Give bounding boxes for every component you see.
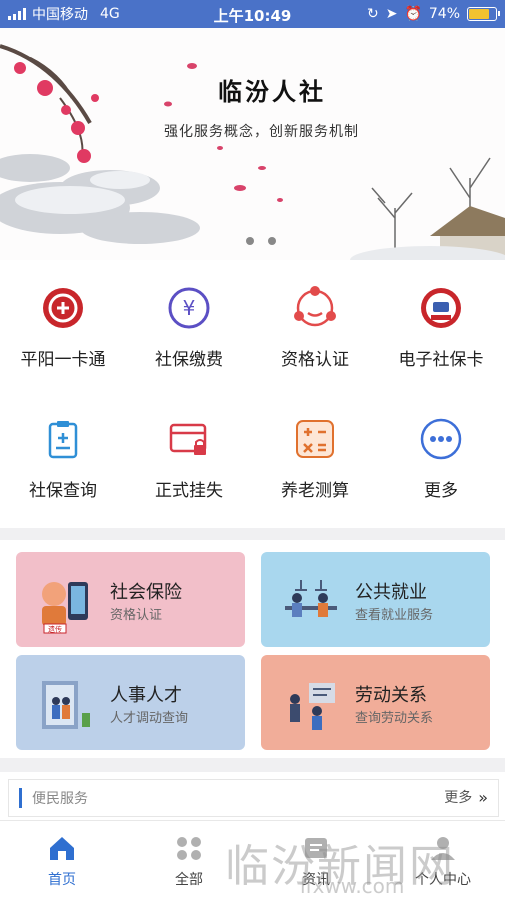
quick-item-qualification[interactable]: 资格认证	[252, 283, 378, 370]
card-title: 公共就业	[355, 582, 427, 603]
quick-item-pension-calc[interactable]: 养老测算	[252, 414, 378, 501]
tab-home[interactable]: 首页	[12, 835, 112, 889]
card-public-employment[interactable]: 公共就业 查看就业服务	[261, 552, 490, 647]
rotation-lock-icon: ↻	[366, 6, 379, 22]
section-accent-bar	[19, 788, 22, 808]
office-workers-icon	[285, 580, 337, 617]
quick-item-more[interactable]: 更多	[378, 414, 504, 501]
tab-label: 全部	[175, 872, 203, 888]
yuan-icon: ¥	[164, 283, 214, 333]
battery-percent: 74%	[428, 6, 460, 22]
more-dots-icon	[416, 414, 466, 464]
section-divider	[0, 528, 505, 540]
banner-illustration	[0, 44, 505, 260]
quick-item-label: 平阳一卡通	[20, 350, 106, 370]
svg-text:¥: ¥	[183, 296, 196, 320]
carousel-indicator[interactable]	[246, 237, 276, 245]
card-personnel-talent[interactable]: 人事人才 人才调动查询	[16, 655, 245, 750]
card-title: 劳动关系	[355, 685, 427, 706]
card-subtitle: 人才调动查询	[110, 711, 189, 726]
banner-subtitle: 强化服务概念，创新服务机制	[164, 124, 359, 140]
quick-item-e-social-card[interactable]: 电子社保卡	[378, 283, 504, 370]
quick-item-label: 更多	[424, 481, 458, 501]
banner-carousel[interactable]: 临汾人社 强化服务概念，创新服务机制	[0, 28, 505, 260]
card-subtitle: 查看就业服务	[355, 608, 434, 623]
tab-label: 首页	[48, 872, 76, 888]
quick-item-label: 养老测算	[281, 481, 349, 501]
card-title: 社会保险	[110, 582, 182, 603]
status-bar-right: ↻ ➤ ⏰ 74%	[366, 0, 500, 28]
quick-item-pingyang-card[interactable]: 平阳一卡通	[0, 283, 126, 370]
section-title: 便民服务	[32, 791, 88, 807]
battery-icon	[467, 7, 500, 21]
card-labor-relations[interactable]: 劳动关系 查询劳动关系	[261, 655, 490, 750]
more-services-link[interactable]: 更多 »	[444, 787, 488, 807]
carousel-dot[interactable]	[246, 237, 254, 245]
card-tag: 遗传	[48, 625, 62, 634]
grid-icon	[177, 837, 201, 860]
clipboard-icon	[38, 414, 88, 464]
section-divider	[0, 758, 505, 772]
quick-item-label: 社保查询	[29, 481, 97, 501]
quick-item-report-loss[interactable]: 正式挂失	[126, 414, 252, 501]
quick-item-label: 社保缴费	[155, 350, 223, 370]
card-logo-icon	[38, 283, 88, 333]
convenience-services-header: 便民服务 更多 »	[8, 779, 499, 817]
card-subtitle: 查询劳动关系	[355, 711, 434, 726]
elevator-people-icon	[42, 681, 90, 729]
user-network-icon	[290, 283, 340, 333]
calculator-icon	[290, 414, 340, 464]
watermark-url: lfxww.com	[300, 874, 405, 898]
quick-item-social-query[interactable]: 社保查询	[0, 414, 126, 501]
alarm-icon: ⏰	[404, 6, 422, 22]
lock-card-icon	[164, 414, 214, 464]
social-security-badge-icon	[416, 283, 466, 333]
card-title: 人事人才	[110, 685, 182, 706]
quick-item-label: 电子社保卡	[398, 350, 484, 370]
card-subtitle: 资格认证	[110, 608, 163, 623]
quick-item-label: 正式挂失	[155, 481, 223, 501]
quick-item-label: 资格认证	[281, 350, 349, 370]
tab-all[interactable]: 全部	[139, 835, 239, 889]
home-icon	[50, 837, 74, 860]
more-label: 更多	[444, 790, 473, 806]
elderly-phone-icon: 遗传	[42, 582, 88, 634]
handshake-people-icon	[290, 683, 335, 730]
status-bar: 中国移动 4G 上午10:49 ↻ ➤ ⏰ 74%	[0, 0, 505, 28]
card-social-insurance[interactable]: 遗传 社会保险 资格认证	[16, 552, 245, 647]
location-icon: ➤	[385, 6, 398, 22]
banner-title: 临汾人社	[218, 77, 326, 106]
double-chevron-right-icon: »	[478, 787, 488, 807]
carousel-dot[interactable]	[268, 237, 276, 245]
quick-item-social-payment[interactable]: ¥ 社保缴费	[126, 283, 252, 370]
